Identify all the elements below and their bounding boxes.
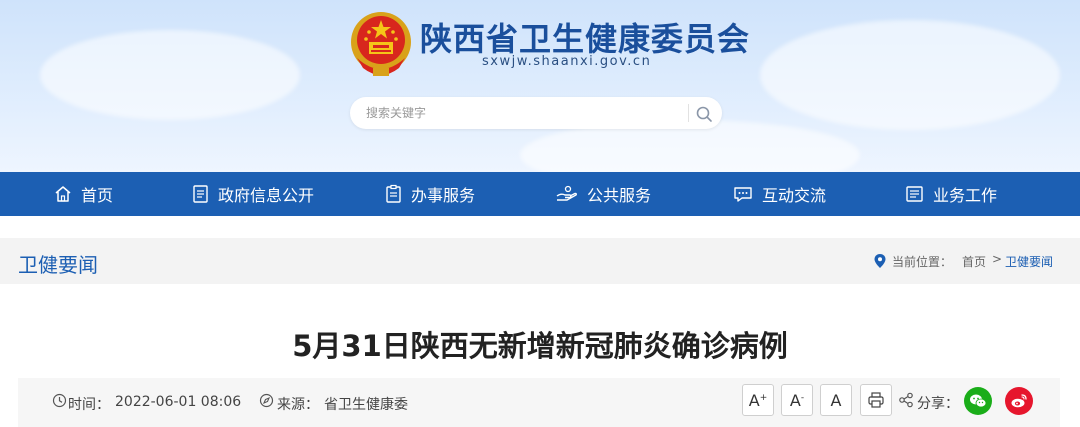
nav-item-services[interactable]: 办事服务 xyxy=(385,172,475,216)
breadcrumb-current[interactable]: 卫健要闻 xyxy=(1005,253,1053,270)
plus-sign: + xyxy=(759,393,768,403)
search-input[interactable] xyxy=(350,97,686,129)
breadcrumb-separator: > xyxy=(992,252,1003,266)
weibo-icon xyxy=(1011,394,1027,408)
nav-label: 政府信息公开 xyxy=(218,186,315,205)
wechat-icon xyxy=(970,394,987,408)
share-weibo-button[interactable] xyxy=(1005,387,1033,415)
clipboard-icon xyxy=(386,184,401,203)
document-icon xyxy=(193,185,208,203)
site-domain: sxwjw.shaanxi.gov.cn xyxy=(482,54,652,69)
minus-sign: - xyxy=(800,393,805,403)
nav-label: 互动交流 xyxy=(762,186,827,205)
time-label: 时间： xyxy=(68,397,110,413)
share-wechat-button[interactable] xyxy=(964,387,992,415)
font-reset-button[interactable]: A xyxy=(820,384,852,416)
share-label: 分享： xyxy=(917,396,959,412)
printer-icon xyxy=(868,392,884,408)
print-button[interactable] xyxy=(860,384,892,416)
font-increase-label: A xyxy=(748,390,760,410)
font-increase-button[interactable]: A + xyxy=(742,384,774,416)
compass-icon xyxy=(259,393,274,408)
hands-icon xyxy=(556,185,578,201)
nav-label: 公共服务 xyxy=(587,186,652,205)
article-source: 省卫生健康委 xyxy=(324,397,408,413)
publish-time: 2022-06-01 08:06 xyxy=(115,394,242,410)
breadcrumb-home[interactable]: 首页 xyxy=(962,253,986,270)
nav-item-business[interactable]: 业务工作 xyxy=(905,172,997,216)
home-icon xyxy=(55,186,71,202)
chat-icon xyxy=(734,187,752,202)
location-label: 当前位置： xyxy=(892,255,953,269)
nav-item-gov-info[interactable]: 政府信息公开 xyxy=(192,172,314,216)
section-title: 卫健要闻 xyxy=(18,253,98,277)
nav-item-public-services[interactable]: 公共服务 xyxy=(555,172,651,216)
search-icon[interactable] xyxy=(694,104,714,124)
font-decrease-button[interactable]: A- xyxy=(781,384,813,416)
clock-icon xyxy=(52,393,67,408)
search-box xyxy=(350,97,722,129)
font-decrease-label: A xyxy=(789,390,801,410)
main-nav: 首页 政府信息公开 办事服务 公共服务 互动交流 业务工作 xyxy=(0,172,1080,216)
nav-label: 首页 xyxy=(81,186,114,205)
national-emblem-icon xyxy=(351,12,411,76)
share-icon xyxy=(899,392,913,408)
briefcase-icon xyxy=(906,186,923,202)
article-title: 5月31日陕西无新增新冠肺炎确诊病例 xyxy=(292,329,788,363)
font-reset-label: A xyxy=(830,390,842,410)
nav-label: 业务工作 xyxy=(933,186,998,205)
source-label: 来源： xyxy=(277,397,319,413)
nav-item-home[interactable]: 首页 xyxy=(53,172,113,216)
nav-label: 办事服务 xyxy=(411,186,476,205)
nav-item-interaction[interactable]: 互动交流 xyxy=(732,172,826,216)
location-pin-icon xyxy=(874,254,886,268)
search-divider xyxy=(688,104,689,122)
